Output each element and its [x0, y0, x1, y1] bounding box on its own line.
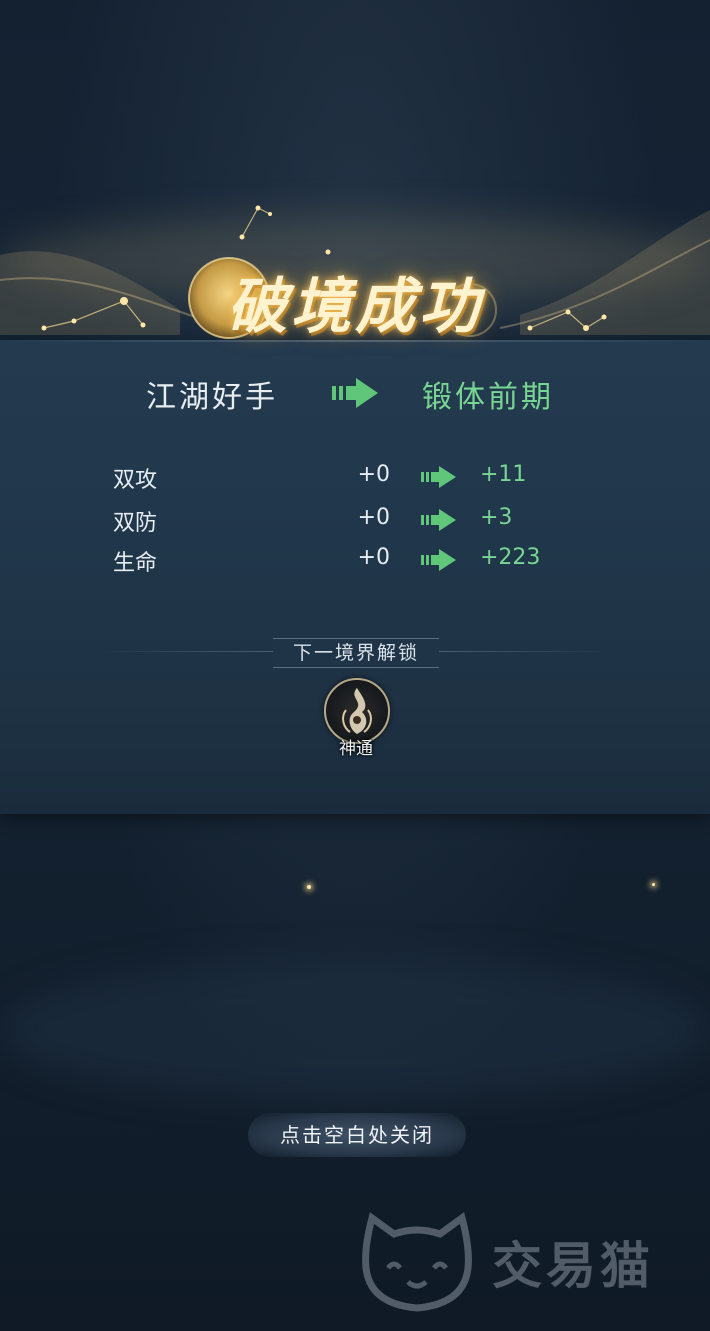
- mist-bottom: [0, 960, 710, 1100]
- stat-after: +11: [480, 462, 527, 487]
- arrow-right-icon: [421, 549, 456, 571]
- close-hint-button[interactable]: 点击空白处关闭: [248, 1113, 466, 1157]
- stat-label: 双攻: [113, 468, 158, 493]
- stat-after: +3: [480, 505, 513, 530]
- sparkle: [307, 885, 311, 889]
- unlock-skill[interactable]: 神通: [324, 678, 390, 759]
- rank-change-row: 江湖好手 锻体前期: [0, 372, 710, 415]
- stat-before: +0: [357, 462, 390, 487]
- rank-from: 江湖好手: [146, 380, 278, 415]
- stat-label: 双防: [113, 511, 158, 536]
- watermark-brand: 交易猫: [492, 1237, 654, 1295]
- stat-row-attack: 双攻 +0 +11: [0, 462, 710, 494]
- next-realm-heading: 下一境界解锁: [273, 638, 439, 668]
- page-title: 破境成功: [227, 272, 483, 342]
- stat-row-defense: 双防 +0 +3: [0, 505, 710, 537]
- skill-name: 神通: [339, 739, 373, 759]
- stat-before: +0: [357, 545, 390, 570]
- stat-before: +0: [357, 505, 390, 530]
- rank-to: 锻体前期: [422, 380, 554, 415]
- stat-label: 生命: [113, 551, 158, 576]
- arrow-right-icon: [332, 378, 378, 408]
- arrow-right-icon: [421, 509, 456, 531]
- watermark: 交易猫: [358, 1208, 688, 1312]
- cat-face-logo: [362, 1212, 472, 1312]
- sparkle: [652, 883, 655, 886]
- stat-after: +223: [480, 545, 541, 570]
- stat-row-hp: 生命 +0 +223: [0, 545, 710, 577]
- arrow-right-icon: [421, 466, 456, 488]
